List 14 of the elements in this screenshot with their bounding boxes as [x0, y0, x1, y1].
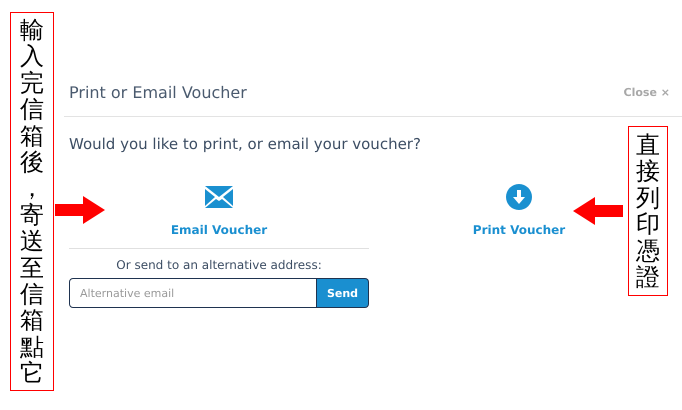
annotation-note: 直接列印憑證	[628, 126, 668, 296]
question-text: Would you like to print, or email your voucher?	[69, 135, 421, 153]
prompt-text: Or send to an alternative address:	[116, 258, 322, 272]
download-icon	[506, 184, 532, 210]
dialog-title: Print or Email Voucher	[69, 82, 247, 102]
option-link[interactable]: Print Voucher	[472, 223, 566, 237]
arrow-icon	[573, 197, 623, 225]
annotation-note: 輸入完信箱後，寄送至信箱點它	[10, 12, 54, 392]
close-link[interactable]: Close ×	[624, 86, 670, 98]
send-button[interactable]: Send	[317, 278, 369, 308]
option-link[interactable]: Email Voucher	[170, 223, 268, 237]
arrow-icon	[55, 196, 105, 224]
email-field[interactable]: Alternative email	[69, 278, 317, 308]
envelope-icon	[205, 186, 233, 208]
